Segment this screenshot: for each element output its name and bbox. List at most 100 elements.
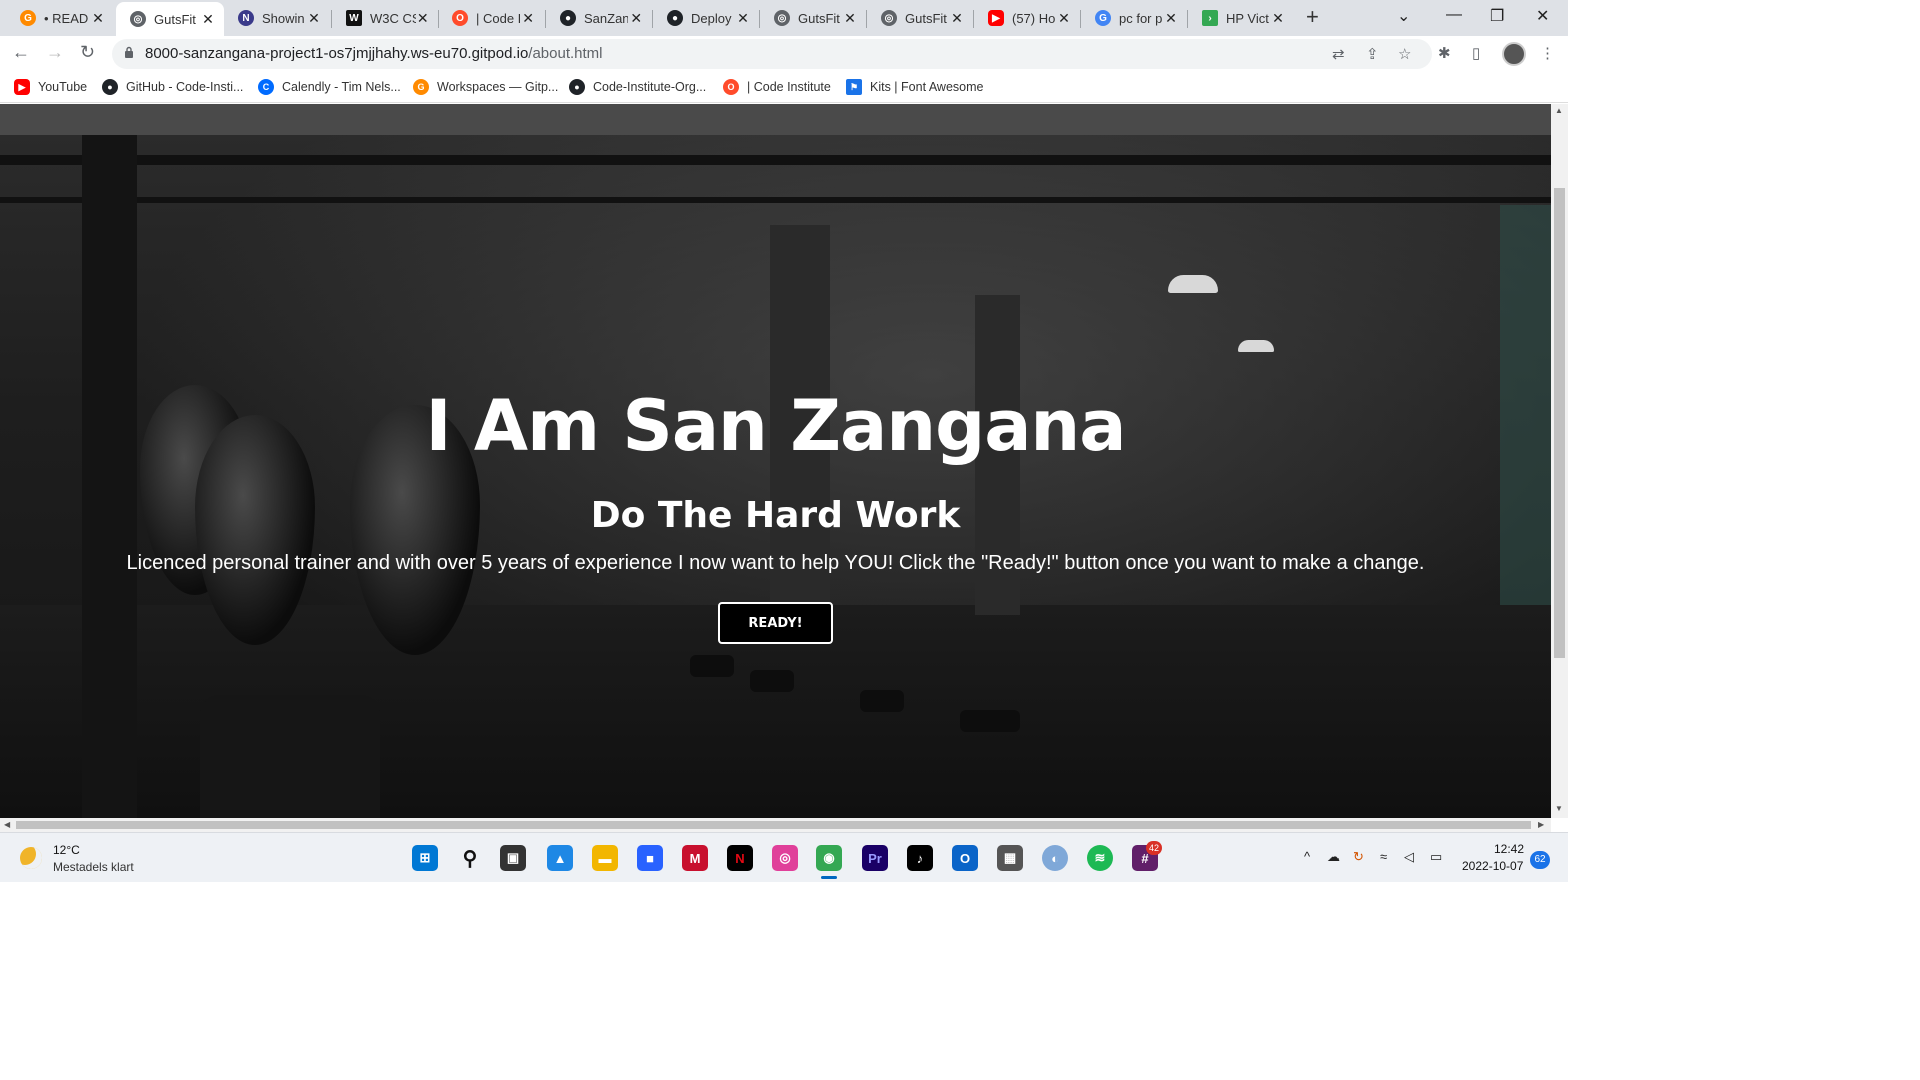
side-panel-icon[interactable]: ▯ xyxy=(1472,44,1480,62)
vertical-scroll-thumb[interactable] xyxy=(1554,188,1565,658)
github-icon: ● xyxy=(569,79,585,95)
weight-plates xyxy=(200,695,380,818)
notification-count[interactable]: 62 xyxy=(1530,851,1550,869)
extensions-icon[interactable]: ✱ xyxy=(1438,44,1451,62)
clock-date[interactable]: 2022-10-07 xyxy=(1462,859,1523,873)
tab-hp-victus[interactable]: › HP Vict ✕ xyxy=(1188,4,1294,32)
scroll-down-icon[interactable]: ▼ xyxy=(1555,804,1563,813)
mcafee-icon[interactable]: M xyxy=(682,845,708,871)
close-icon[interactable]: ✕ xyxy=(416,10,430,27)
tab-title: • READ xyxy=(44,10,89,26)
new-tab-button[interactable]: + xyxy=(1306,6,1319,28)
close-icon[interactable]: ✕ xyxy=(200,11,216,28)
ceiling-beam xyxy=(0,155,1551,165)
start-icon[interactable]: ⊞ xyxy=(412,845,438,871)
file-explorer-icon[interactable]: ▬ xyxy=(592,845,618,871)
onedrive-icon[interactable]: ☁ xyxy=(1327,849,1340,865)
close-icon[interactable]: ✕ xyxy=(1163,10,1179,27)
task-view-icon[interactable]: ▣ xyxy=(500,845,526,871)
tab-search-icon[interactable]: ⌄ xyxy=(1397,6,1410,26)
bookmark-calendly[interactable]: C Calendly - Tim Nels... xyxy=(258,79,401,95)
close-icon[interactable]: ✕ xyxy=(1270,10,1286,27)
horizontal-scrollbar[interactable]: ◀ ▶ xyxy=(0,818,1551,832)
store-icon[interactable]: ■ xyxy=(637,845,663,871)
close-icon[interactable]: ✕ xyxy=(520,10,536,27)
github-icon: ● xyxy=(102,79,118,95)
close-icon[interactable]: ✕ xyxy=(842,10,858,27)
calculator-icon[interactable]: ▦ xyxy=(997,845,1023,871)
sync-icon[interactable]: ↻ xyxy=(1353,849,1364,865)
translate-icon[interactable]: ⇄ xyxy=(1332,45,1345,63)
weather-temperature[interactable]: 12°C xyxy=(53,843,80,857)
flag-icon: N xyxy=(238,10,254,26)
bookmark-github-ci[interactable]: ● GitHub - Code-Insti... xyxy=(102,79,243,95)
tab-readme[interactable]: G • READ ✕ xyxy=(6,4,114,32)
close-icon[interactable]: ✕ xyxy=(1056,10,1072,27)
share-icon[interactable]: ⇪ xyxy=(1366,45,1379,63)
bookmark-label: | Code Institute xyxy=(747,80,831,94)
close-icon[interactable]: ✕ xyxy=(735,10,751,27)
spotify-icon[interactable]: ≋ xyxy=(1087,845,1113,871)
forward-icon[interactable]: → xyxy=(46,42,64,63)
tab-showing[interactable]: N Showin ✕ xyxy=(224,4,330,32)
chrome-icon[interactable]: ◉ xyxy=(816,845,842,879)
scroll-right-icon[interactable]: ▶ xyxy=(1538,820,1544,829)
wifi-icon[interactable]: ≈ xyxy=(1380,849,1387,864)
tab-gutsfit-active[interactable]: ◎ GutsFit ✕ xyxy=(116,2,224,36)
menu-icon[interactable]: ⋮ xyxy=(1540,44,1555,62)
bookmark-gitpod[interactable]: G Workspaces — Gitp... xyxy=(413,79,558,95)
close-icon[interactable]: ✕ xyxy=(90,10,106,27)
premiere-icon[interactable]: Pr xyxy=(862,845,888,871)
minimize-button[interactable]: — xyxy=(1446,6,1462,24)
close-icon[interactable]: ✕ xyxy=(949,10,965,27)
bookmark-youtube[interactable]: ▶ YouTube xyxy=(14,79,87,95)
close-icon[interactable]: ✕ xyxy=(306,10,322,27)
weather-app-icon[interactable]: ◐ xyxy=(1042,845,1068,871)
horizontal-scroll-thumb[interactable] xyxy=(16,821,1531,829)
bookmarks-bar: ▶ YouTube ● GitHub - Code-Insti... C Cal… xyxy=(0,72,1568,103)
netflix-icon[interactable]: N xyxy=(727,845,753,871)
search-icon[interactable]: ⚲ xyxy=(457,845,483,871)
tab-w3c[interactable]: W W3C CS ✕ xyxy=(332,4,438,32)
bookmark-code-institute[interactable]: O | Code Institute xyxy=(723,79,831,95)
outlook-icon[interactable]: O xyxy=(952,845,978,871)
bookmark-label: Workspaces — Gitp... xyxy=(437,80,559,94)
scroll-left-icon[interactable]: ◀ xyxy=(4,820,10,829)
slack-badge: 42 xyxy=(1146,841,1162,855)
tab-title: W3C CS xyxy=(370,10,416,26)
tab-sanzangana-github[interactable]: ● SanZan ✕ xyxy=(546,4,652,32)
reload-icon[interactable]: ↻ xyxy=(80,42,95,63)
volume-icon[interactable]: ◁ xyxy=(1404,849,1414,865)
weather-description[interactable]: Mestadels klart xyxy=(53,860,134,874)
weather-moon-icon[interactable] xyxy=(20,847,42,869)
gitpod-icon: G xyxy=(20,10,36,26)
tab-strip: G • READ ✕ ◎ GutsFit ✕ N Showin ✕ W W3C … xyxy=(0,0,1568,36)
tab-deploy[interactable]: ● Deploy ✕ xyxy=(653,4,759,32)
back-icon[interactable]: ← xyxy=(12,42,30,63)
tab-code-institute[interactable]: O | Code I ✕ xyxy=(438,4,544,32)
bookmark-ci-org[interactable]: ● Code-Institute-Org... xyxy=(569,79,706,95)
bookmark-star-icon[interactable]: ☆ xyxy=(1398,45,1411,63)
globe-icon: ◎ xyxy=(881,10,897,26)
close-icon[interactable]: ✕ xyxy=(628,10,644,27)
tab-youtube[interactable]: ▶ (57) Ho ✕ xyxy=(974,4,1080,32)
site-header xyxy=(0,104,1551,135)
ready-button[interactable]: READY! xyxy=(718,602,833,644)
tiktok-icon[interactable]: ♪ xyxy=(907,845,933,871)
tab-gutsfit-3[interactable]: ◎ GutsFit ✕ xyxy=(867,4,973,32)
vertical-scrollbar[interactable]: ▲ ▼ xyxy=(1551,104,1568,818)
close-window-button[interactable]: ✕ xyxy=(1536,6,1549,26)
dumbbell xyxy=(690,655,734,677)
bookmark-font-awesome[interactable]: ⚑ Kits | Font Awesome xyxy=(846,79,983,95)
photos-icon[interactable]: ▲ xyxy=(547,845,573,871)
chevron-up-icon[interactable]: ^ xyxy=(1304,849,1310,864)
instagram-icon[interactable]: ◎ xyxy=(772,845,798,871)
restore-button[interactable]: ❐ xyxy=(1490,6,1504,26)
address-bar[interactable]: 8000-sanzangana-project1-os7jmjjhahy.ws-… xyxy=(112,39,1432,69)
tab-google-search[interactable]: G pc for p ✕ xyxy=(1081,4,1187,32)
tab-gutsfit-2[interactable]: ◎ GutsFit ✕ xyxy=(760,4,866,32)
profile-avatar[interactable] xyxy=(1502,42,1526,66)
clock-time[interactable]: 12:42 xyxy=(1494,842,1524,856)
battery-icon[interactable]: ▭ xyxy=(1430,849,1442,865)
scroll-up-icon[interactable]: ▲ xyxy=(1555,106,1563,115)
